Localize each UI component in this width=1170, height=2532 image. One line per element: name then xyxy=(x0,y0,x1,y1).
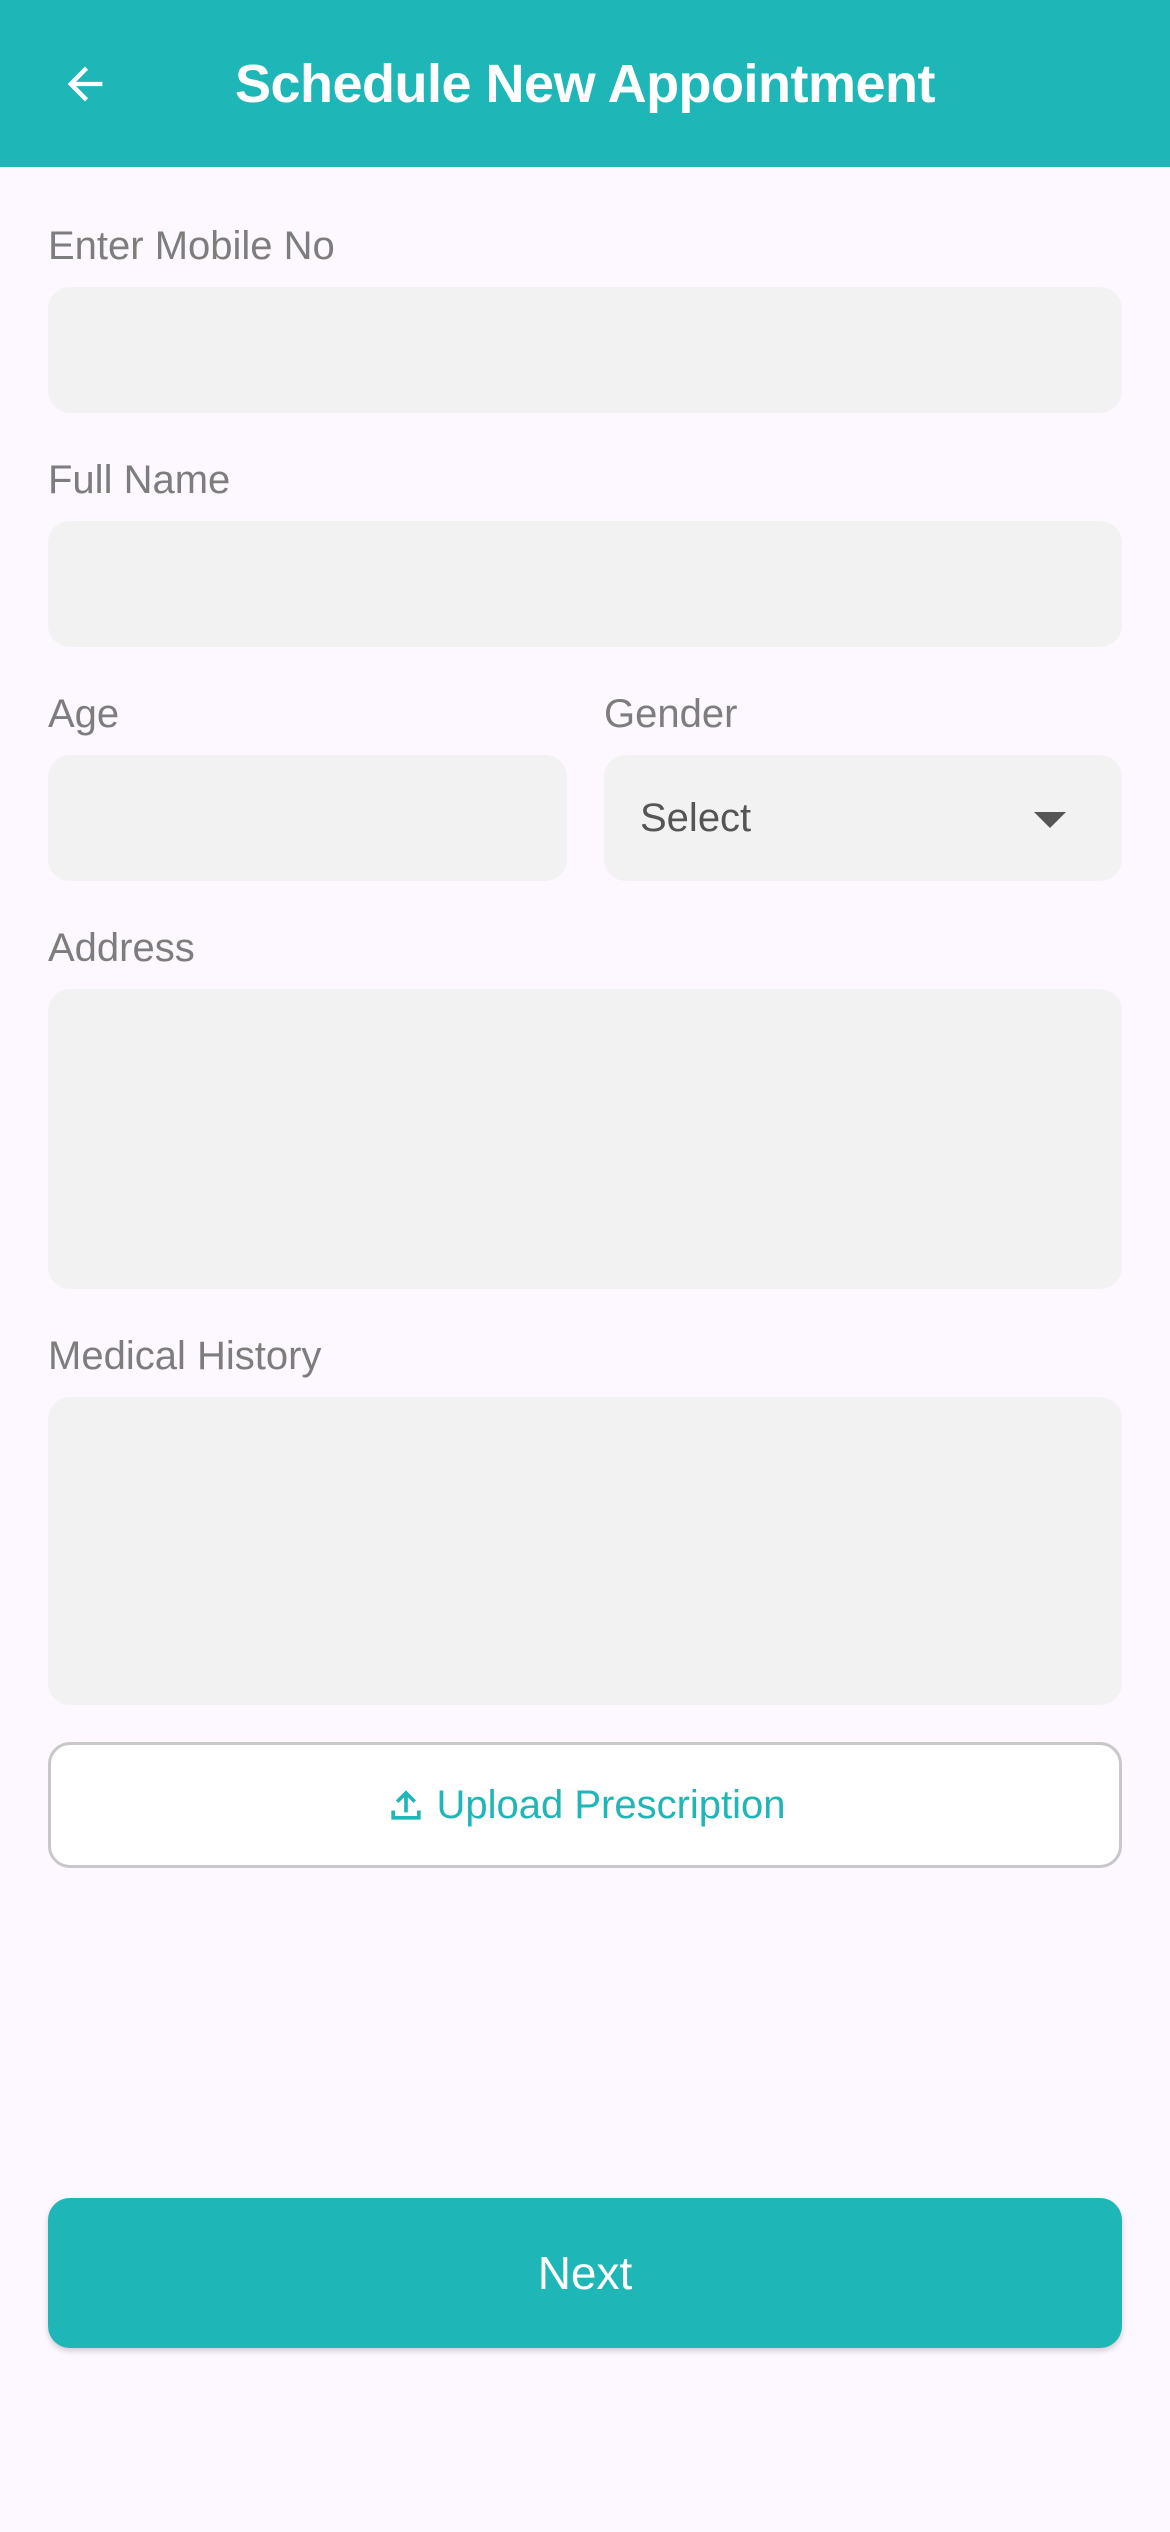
upload-icon xyxy=(391,1790,422,1820)
page-title: Schedule New Appointment xyxy=(234,54,936,114)
gender-selected-value: Select xyxy=(640,796,752,840)
mobile-label: Enter Mobile No xyxy=(48,224,335,268)
medical-history-label: Medical History xyxy=(48,1334,322,1378)
age-label: Age xyxy=(48,692,120,736)
address-field[interactable] xyxy=(48,989,1122,1289)
mobile-field[interactable] xyxy=(48,287,1122,413)
gender-label: Gender xyxy=(604,692,738,736)
full-name-label: Full Name xyxy=(48,458,231,502)
caret-down-icon xyxy=(1034,812,1066,828)
medical-history-field[interactable] xyxy=(48,1397,1122,1705)
app-bar: Schedule New Appointment xyxy=(0,0,1170,167)
upload-prescription-label: Upload Prescription xyxy=(436,1783,786,1827)
next-button-label: Next xyxy=(537,2247,633,2299)
age-field[interactable] xyxy=(48,755,567,881)
gender-dropdown[interactable]: Select xyxy=(604,755,1122,881)
upload-prescription-button[interactable]: Upload Prescription xyxy=(48,1742,1122,1868)
full-name-field[interactable] xyxy=(48,521,1122,647)
address-label: Address xyxy=(48,926,195,970)
next-button[interactable]: Next xyxy=(48,2198,1122,2348)
